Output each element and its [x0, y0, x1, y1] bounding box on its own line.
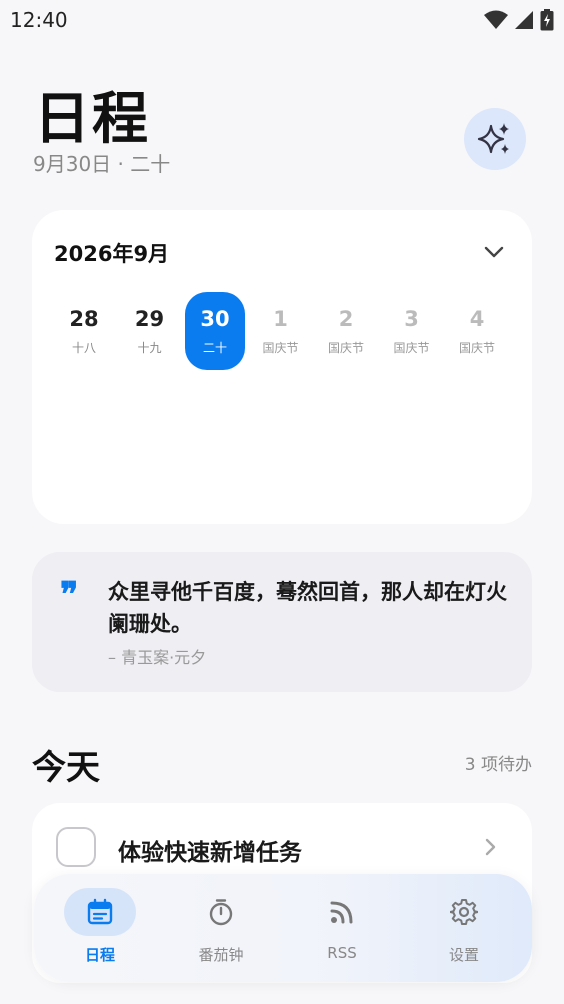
task-checkbox[interactable] — [56, 827, 96, 867]
nav-label: 日程 — [84, 946, 115, 964]
quote-source: – 青玉案·元夕 — [108, 648, 207, 667]
ai-assistant-button[interactable] — [464, 108, 526, 170]
cellular-signal-icon — [515, 11, 533, 29]
rss-icon — [330, 901, 353, 924]
nav-item-settings[interactable]: 设置 — [408, 888, 520, 968]
day-number: 30 — [200, 306, 230, 331]
page-title: 日程 — [34, 87, 150, 152]
day-number: 28 — [69, 306, 99, 331]
nav-icon-highlight — [64, 888, 136, 936]
day-number: 3 — [404, 306, 419, 331]
day-lunar-label: 十八 — [71, 340, 96, 355]
bottom-navigation-bar: 日程 番茄钟 RSS 设置 — [34, 874, 532, 982]
quote-mark-icon: ❞ — [60, 575, 79, 615]
nav-item-schedule[interactable]: 日程 — [44, 888, 156, 968]
day-lunar-label: 十九 — [137, 340, 162, 355]
nav-label: RSS — [327, 944, 357, 962]
chevron-down-icon — [484, 246, 504, 258]
status-icons — [484, 9, 554, 31]
calendar-day-30-selected[interactable]: 30 二十 — [185, 292, 245, 370]
battery-icon — [540, 9, 554, 31]
day-holiday-label: 国庆节 — [327, 340, 364, 355]
day-lunar-label: 二十 — [202, 340, 227, 355]
nav-icon-wrap — [185, 888, 257, 936]
calendar-icon — [87, 898, 113, 925]
day-holiday-label: 国庆节 — [458, 340, 495, 355]
day-number: 2 — [338, 306, 354, 331]
calendar-day-1[interactable]: 1 国庆节 — [251, 292, 311, 370]
calendar-card: 2026年9月 28 十八 29 十九 30 二十 1 国庆节 2 国庆节 3 … — [32, 210, 532, 524]
wifi-icon — [484, 10, 508, 29]
calendar-expand-button[interactable] — [482, 240, 506, 264]
day-number: 4 — [469, 306, 485, 331]
nav-label: 设置 — [448, 946, 479, 964]
sparkles-icon — [477, 123, 509, 154]
status-time: 12:40 — [10, 8, 68, 32]
nav-icon-wrap — [306, 888, 378, 936]
todo-count-badge: 3 项待办 — [464, 755, 532, 775]
nav-icon-wrap — [428, 888, 500, 936]
quote-text: 众里寻他千百度，蓦然回首，那人却在灯火阑珊处。 — [108, 580, 507, 636]
week-day-row: 28 十八 29 十九 30 二十 1 国庆节 2 国庆节 3 国庆节 4 国庆… — [54, 292, 513, 370]
day-holiday-label: 国庆节 — [262, 340, 299, 355]
calendar-day-3[interactable]: 3 国庆节 — [382, 292, 442, 370]
day-number: 1 — [273, 306, 288, 331]
calendar-day-2[interactable]: 2 国庆节 — [316, 292, 376, 370]
gear-icon — [450, 899, 478, 925]
chevron-right-icon — [485, 838, 496, 856]
calendar-month-label: 2026年9月 — [54, 242, 170, 266]
daily-quote-card: ❞ 众里寻他千百度，蓦然回首，那人却在灯火阑珊处。 – 青玉案·元夕 — [32, 552, 532, 692]
calendar-day-4[interactable]: 4 国庆节 — [447, 292, 507, 370]
timer-icon — [209, 899, 233, 926]
nav-item-rss[interactable]: RSS — [286, 888, 398, 968]
day-holiday-label: 国庆节 — [393, 340, 430, 355]
calendar-day-28[interactable]: 28 十八 — [54, 292, 114, 370]
day-number: 29 — [134, 306, 165, 331]
task-title: 体验快速新增任务 — [118, 840, 302, 866]
nav-label: 番茄钟 — [198, 946, 244, 964]
page-subtitle-date: 9月30日 · 二十 — [33, 152, 171, 176]
nav-item-pomodoro[interactable]: 番茄钟 — [165, 888, 277, 968]
status-bar: 12:40 — [0, 0, 564, 40]
calendar-day-29[interactable]: 29 十九 — [120, 292, 180, 370]
today-section-title: 今天 — [32, 748, 100, 788]
